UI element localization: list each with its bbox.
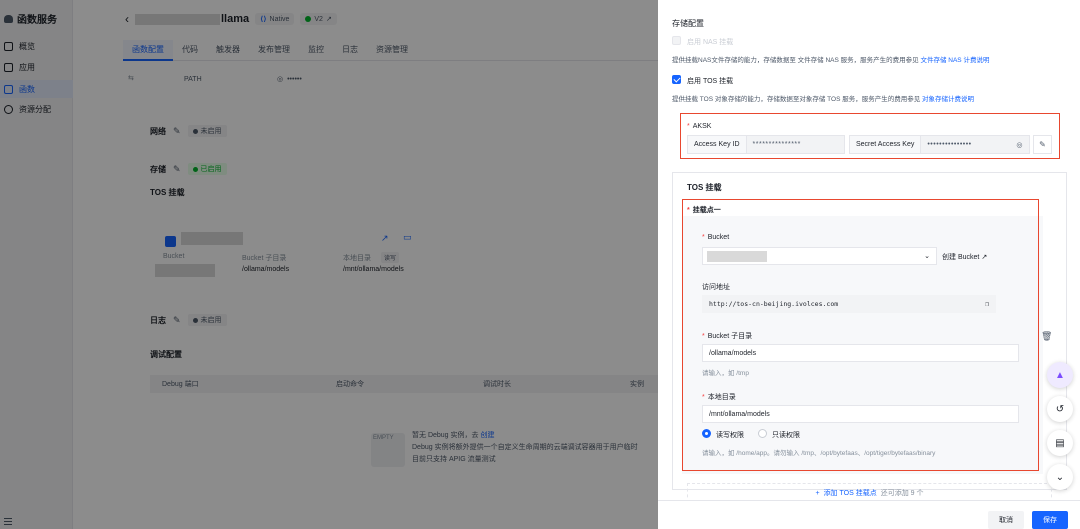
create-bucket-link[interactable]: 创建 Bucket ↗ — [942, 252, 987, 262]
nas-billing-link[interactable]: 文件存储 NAS 计费说明 — [920, 57, 989, 64]
add-mount-label: 添加 TOS 挂载点 — [823, 490, 877, 497]
local-dir-input[interactable]: /mnt/ollama/models — [702, 405, 1019, 423]
add-mount-hint: 还可添加 9 个 — [880, 490, 924, 497]
tos-desc-text: 提供挂载 TOS 对象存储的能力，存储数据至对象存储 TOS 服务，服务产生的费… — [672, 96, 921, 103]
redacted-bucket-value — [707, 250, 767, 262]
tos-checkbox[interactable] — [672, 75, 681, 84]
access-key-id-input[interactable]: *************** — [746, 136, 844, 153]
modal-overlay[interactable] — [0, 0, 658, 529]
mount-point-title-text: 挂载点一 — [692, 207, 721, 214]
required-mark: * — [687, 123, 690, 130]
edit-icon: ✎ — [1039, 140, 1046, 149]
cancel-button[interactable]: 取消 — [988, 511, 1024, 529]
local-dir-hint: 请输入，如 /home/app。请勿输入 /tmp、/opt/bytefaas、… — [702, 450, 936, 457]
save-button[interactable]: 保存 — [1032, 511, 1068, 529]
plus-icon: + — [815, 489, 820, 497]
required-mark: * — [687, 207, 690, 214]
add-mount-button[interactable]: + 添加 TOS 挂载点 还可添加 9 个 — [687, 483, 1052, 500]
perm-readonly-label: 只读权限 — [772, 432, 800, 439]
copy-icon[interactable]: ❐ — [985, 300, 989, 308]
perm-readonly-radio[interactable] — [758, 429, 767, 438]
subdir-label: * Bucket 子目录 — [702, 331, 752, 341]
storage-config-title: 存储配置 — [672, 19, 704, 28]
perm-readwrite-radio[interactable] — [702, 429, 711, 438]
tos-checkbox-label: 启用 TOS 挂载 — [687, 78, 734, 85]
chevron-down-icon: ⌄ — [924, 253, 930, 260]
required-mark: * — [702, 394, 705, 401]
local-dir-label-text: 本地目录 — [707, 394, 736, 401]
secret-access-key-value: ••••••••••••••• — [927, 141, 972, 148]
aksk-label: * AKSK — [687, 123, 711, 130]
subdir-label-text: Bucket 子目录 — [707, 333, 753, 340]
chevron-down-icon[interactable]: ⌄ — [1047, 464, 1073, 490]
nas-checkbox[interactable] — [672, 36, 681, 45]
create-bucket-label: 创建 Bucket — [942, 254, 980, 261]
secret-access-key-input[interactable]: ••••••••••••••• ◎ — [921, 136, 1029, 153]
subdir-hint: 请输入，如 /tmp — [702, 370, 749, 377]
nas-description: 提供挂载NAS文件存储的能力，存储数据至 文件存储 NAS 服务，服务产生的费用… — [672, 54, 989, 64]
tos-billing-link[interactable]: 对象存储计费说明 — [922, 96, 974, 103]
required-mark: * — [702, 234, 705, 241]
tos-mount-title: TOS 挂载 — [687, 183, 722, 192]
access-address-label: 访问地址 — [702, 284, 730, 291]
drawer-footer: 取消 保存 — [658, 500, 1080, 529]
secret-access-key-field[interactable]: Secret Access Key ••••••••••••••• ◎ — [849, 135, 1030, 154]
access-key-id-label: Access Key ID — [688, 136, 747, 153]
delete-mount-icon[interactable]: 🗑 — [1041, 331, 1052, 342]
access-address-value: http://tos-cn-beijing.ivolces.com — [709, 300, 839, 308]
bucket-select[interactable]: ⌄ — [702, 247, 937, 265]
external-link-icon: ↗ — [981, 254, 988, 261]
bucket-label-text: Bucket — [707, 234, 730, 241]
eye-off-icon[interactable]: ◎ — [1016, 141, 1023, 149]
mount-point-title: * 挂载点一 — [687, 205, 721, 215]
support-headset-icon[interactable]: ↺ — [1047, 396, 1073, 422]
ai-assistant-icon[interactable]: ▲ — [1047, 362, 1073, 388]
access-key-id-field[interactable]: Access Key ID *************** — [687, 135, 845, 154]
drawer-body: 存储配置 启用 NAS 挂载 提供挂载NAS文件存储的能力，存储数据至 文件存储… — [658, 0, 1080, 500]
nas-desc-text: 提供挂载NAS文件存储的能力，存储数据至 文件存储 NAS 服务，服务产生的费用… — [672, 57, 919, 64]
local-dir-label: * 本地目录 — [702, 392, 736, 402]
access-address-field: http://tos-cn-beijing.ivolces.com ❐ — [702, 295, 996, 313]
aksk-title: AKSK — [692, 123, 712, 130]
bucket-label: * Bucket — [702, 234, 729, 241]
edit-aksk-button[interactable]: ✎ — [1033, 135, 1052, 154]
nas-checkbox-label: 启用 NAS 挂载 — [687, 39, 734, 46]
subdir-input[interactable]: /ollama/models — [702, 344, 1019, 362]
docs-book-icon[interactable]: ▤ — [1047, 430, 1073, 456]
required-mark: * — [702, 333, 705, 340]
secret-access-key-label: Secret Access Key — [850, 136, 922, 153]
tos-description: 提供挂载 TOS 对象存储的能力，存储数据至对象存储 TOS 服务，服务产生的费… — [672, 93, 974, 103]
perm-readwrite-label: 读写权限 — [716, 432, 744, 439]
storage-config-drawer: 存储配置 启用 NAS 挂载 提供挂载NAS文件存储的能力，存储数据至 文件存储… — [658, 0, 1080, 529]
